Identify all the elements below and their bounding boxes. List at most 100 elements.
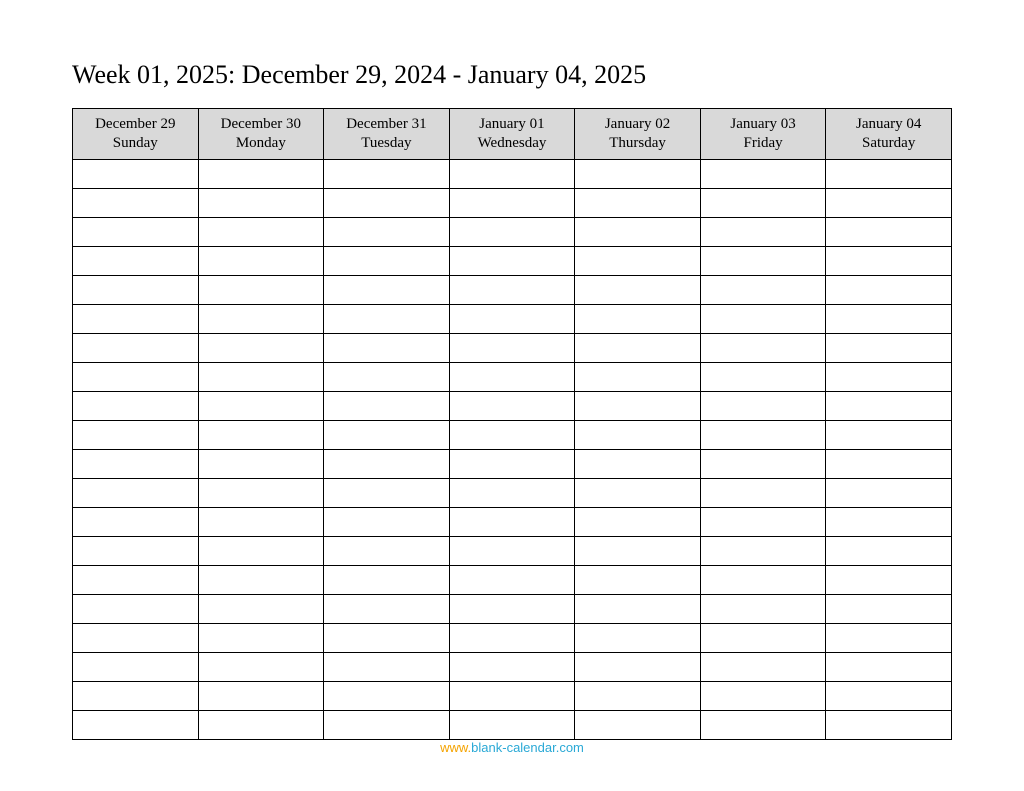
- calendar-cell: [73, 333, 199, 362]
- calendar-cell: [324, 420, 450, 449]
- calendar-cell: [198, 623, 324, 652]
- calendar-cell: [449, 652, 575, 681]
- calendar-cell: [575, 681, 701, 710]
- calendar-cell: [826, 159, 952, 188]
- calendar-cell: [575, 362, 701, 391]
- calendar-cell: [826, 391, 952, 420]
- calendar-cell: [324, 623, 450, 652]
- calendar-cell: [198, 652, 324, 681]
- day-of-week: Friday: [705, 134, 822, 153]
- table-row: [73, 246, 952, 275]
- day-header: December 29 Sunday: [73, 109, 199, 160]
- day-header: January 03 Friday: [700, 109, 826, 160]
- calendar-cell: [324, 159, 450, 188]
- calendar-cell: [826, 507, 952, 536]
- calendar-cell: [198, 159, 324, 188]
- calendar-cell: [324, 565, 450, 594]
- calendar-cell: [826, 420, 952, 449]
- calendar-cell: [73, 565, 199, 594]
- calendar-cell: [198, 246, 324, 275]
- calendar-cell: [826, 652, 952, 681]
- calendar-cell: [700, 188, 826, 217]
- calendar-cell: [826, 565, 952, 594]
- calendar-cell: [324, 333, 450, 362]
- footer-domain: blank-calendar.com: [471, 740, 584, 755]
- calendar-cell: [826, 304, 952, 333]
- calendar-cell: [198, 478, 324, 507]
- calendar-cell: [449, 333, 575, 362]
- calendar-cell: [700, 652, 826, 681]
- calendar-cell: [449, 188, 575, 217]
- table-row: [73, 536, 952, 565]
- footer-link[interactable]: www.blank-calendar.com: [0, 740, 1024, 755]
- table-row: [73, 333, 952, 362]
- calendar-cell: [575, 275, 701, 304]
- calendar-cell: [575, 391, 701, 420]
- calendar-cell: [73, 188, 199, 217]
- calendar-cell: [449, 362, 575, 391]
- day-date: January 02: [579, 115, 696, 134]
- table-row: [73, 710, 952, 739]
- calendar-cell: [575, 246, 701, 275]
- calendar-cell: [73, 217, 199, 246]
- day-header: January 02 Thursday: [575, 109, 701, 160]
- day-date: December 29: [77, 115, 194, 134]
- calendar-cell: [198, 681, 324, 710]
- table-row: [73, 159, 952, 188]
- footer-prefix: www.: [440, 740, 471, 755]
- calendar-cell: [449, 275, 575, 304]
- calendar-cell: [73, 159, 199, 188]
- calendar-cell: [198, 507, 324, 536]
- table-row: [73, 652, 952, 681]
- calendar-cell: [700, 246, 826, 275]
- calendar-cell: [700, 623, 826, 652]
- calendar-cell: [700, 449, 826, 478]
- calendar-cell: [700, 478, 826, 507]
- calendar-cell: [826, 594, 952, 623]
- calendar-cell: [73, 246, 199, 275]
- table-row: [73, 449, 952, 478]
- day-of-week: Saturday: [830, 134, 947, 153]
- calendar-cell: [826, 217, 952, 246]
- calendar-cell: [575, 304, 701, 333]
- calendar-cell: [198, 536, 324, 565]
- calendar-cell: [575, 188, 701, 217]
- calendar-cell: [700, 420, 826, 449]
- calendar-cell: [198, 333, 324, 362]
- calendar-cell: [826, 246, 952, 275]
- calendar-cell: [826, 478, 952, 507]
- calendar-cell: [198, 217, 324, 246]
- calendar-cell: [700, 362, 826, 391]
- table-row: [73, 623, 952, 652]
- calendar-cell: [575, 478, 701, 507]
- calendar-cell: [449, 478, 575, 507]
- calendar-cell: [700, 681, 826, 710]
- calendar-cell: [826, 536, 952, 565]
- calendar-cell: [700, 594, 826, 623]
- day-header: December 30 Monday: [198, 109, 324, 160]
- day-date: December 31: [328, 115, 445, 134]
- calendar-cell: [324, 652, 450, 681]
- day-header: January 04 Saturday: [826, 109, 952, 160]
- calendar-cell: [449, 681, 575, 710]
- calendar-cell: [324, 246, 450, 275]
- day-of-week: Thursday: [579, 134, 696, 153]
- calendar-cell: [324, 362, 450, 391]
- calendar-cell: [324, 391, 450, 420]
- calendar-cell: [198, 391, 324, 420]
- calendar-cell: [700, 391, 826, 420]
- calendar-cell: [324, 188, 450, 217]
- table-row: [73, 681, 952, 710]
- calendar-cell: [198, 565, 324, 594]
- calendar-cell: [324, 449, 450, 478]
- day-header: January 01 Wednesday: [449, 109, 575, 160]
- calendar-cell: [198, 710, 324, 739]
- calendar-cell: [700, 507, 826, 536]
- calendar-cell: [324, 594, 450, 623]
- calendar-cell: [449, 159, 575, 188]
- calendar-cell: [826, 362, 952, 391]
- calendar-cell: [575, 159, 701, 188]
- calendar-cell: [73, 652, 199, 681]
- table-row: [73, 565, 952, 594]
- calendar-cell: [575, 333, 701, 362]
